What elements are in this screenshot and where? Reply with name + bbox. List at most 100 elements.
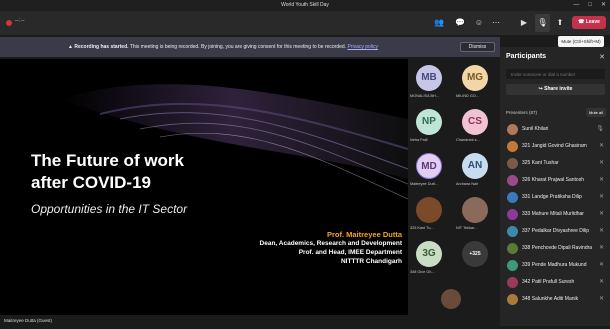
presenter-line2: Prof. and Head, IMEE Department: [298, 249, 402, 256]
tile-name: Neha Patil: [410, 138, 428, 142]
tile-name: 325 Kant Tu...: [410, 226, 434, 230]
leave-button[interactable]: ☎ Leave: [572, 16, 606, 29]
avatar: [507, 141, 518, 152]
participant-row[interactable]: 321 Jangid Govind Ghasiram ✕: [504, 138, 608, 155]
avatar: [507, 124, 518, 135]
participant-row[interactable]: 333 Mahure Mitali Murlidhar ✕: [504, 206, 608, 223]
mute-all-button[interactable]: Mute all: [586, 108, 606, 117]
more-icon[interactable]: ⋯: [490, 17, 502, 29]
close-window-button[interactable]: ✕: [601, 0, 606, 11]
avatar: [507, 175, 518, 186]
recording-banner: ▲ Recording has started. This meeting is…: [0, 37, 500, 57]
participant-tile[interactable]: NP Neha Patil: [408, 105, 454, 149]
camera-icon[interactable]: ▶: [518, 17, 530, 29]
participant-row[interactable]: 339 Pende Madhura Mukund ✕: [504, 257, 608, 274]
meeting-toolbar: --:-- 👥 💬 ☺ ⋯ ▶ 🎙 ⬆ ☎ Leave: [0, 11, 610, 35]
tile-name: MILIND GO...: [456, 94, 479, 98]
tile-name: NIT Tekkar...: [456, 226, 478, 230]
chat-icon[interactable]: 💬: [454, 17, 466, 29]
mic-muted-icon: ✕: [598, 194, 604, 200]
avatar: [507, 243, 518, 254]
avatar: CS: [462, 109, 488, 135]
avatar: [507, 294, 518, 305]
mic-muted-icon: ✕: [598, 279, 604, 285]
avatar: [507, 192, 518, 203]
participant-name: 348 Salunkhe Aditi Manik: [522, 296, 579, 302]
invite-input[interactable]: [506, 69, 605, 79]
participant-tile[interactable]: MB MONALISA BH...: [408, 61, 454, 105]
self-video-tile: [408, 285, 500, 329]
participant-name: 326 Kharat Prajwal Santosh: [522, 177, 584, 183]
participant-name: Sunil Khilari: [522, 126, 549, 132]
avatar: [507, 226, 518, 237]
slide-subtitle: Opportunities in the IT Sector: [31, 202, 188, 216]
avatar: MB: [416, 65, 442, 91]
mic-muted-icon: ✕: [598, 177, 604, 183]
close-icon[interactable]: ✕: [599, 53, 605, 61]
leave-label: Leave: [585, 19, 600, 25]
window-title: World Youth Skill Day: [281, 2, 329, 8]
mic-tooltip: Mute (Ctrl+Shift+M): [558, 36, 604, 47]
share-screen-icon[interactable]: ⬆: [554, 17, 566, 29]
avatar: 3G: [416, 241, 442, 267]
reactions-icon[interactable]: ☺: [473, 17, 485, 29]
avatar: AN: [462, 153, 488, 179]
avatar-photo: [441, 289, 461, 309]
participant-tile[interactable]: CS Chandrani s...: [454, 105, 500, 149]
maximize-button[interactable]: □: [588, 0, 592, 11]
tile-name: 348 Give Gh...: [410, 270, 435, 274]
participant-row[interactable]: 337 Pedalkar Divyashree Dilip ✕: [504, 223, 608, 240]
participant-row[interactable]: 331 Landge Pratiksha Dilip ✕: [504, 189, 608, 206]
participant-name: 342 Patil Prafull Suresh: [522, 279, 575, 285]
avatar: NP: [416, 109, 442, 135]
mic-muted-icon: ✕: [598, 296, 604, 302]
presenter-name: Prof. Maitreyee Dutta: [326, 230, 402, 239]
shared-slide: The Future of work after COVID-19 Opport…: [0, 59, 408, 315]
mic-button[interactable]: 🎙: [535, 14, 550, 32]
participant-tile[interactable]: AN Archana Nair: [454, 149, 500, 193]
minimize-button[interactable]: —: [573, 0, 579, 11]
participant-row[interactable]: 338 Penchovde Dipali Ravindra ✕: [504, 240, 608, 257]
share-invite-label: Share invite: [544, 86, 573, 92]
dismiss-button[interactable]: Dismiss: [460, 42, 495, 52]
participant-tile[interactable]: 3G 348 Give Gh...: [408, 237, 454, 281]
panel-title: Participants: [506, 53, 547, 60]
privacy-policy-link[interactable]: Privacy policy: [347, 44, 378, 50]
tile-name: Chandrani s...: [456, 138, 480, 142]
window-titlebar: World Youth Skill Day — □ ✕: [0, 0, 610, 11]
people-icon[interactable]: 👥: [433, 17, 445, 29]
presenter-block: Prof. Maitreyee Dutta Dean, Academics, R…: [260, 230, 402, 266]
avatar-photo: [462, 197, 488, 223]
banner-lead: Recording has started.: [74, 44, 129, 50]
participant-tile[interactable]: NIT Tekkar...: [454, 193, 500, 237]
slide-title-line2: after COVID-19: [31, 173, 151, 192]
meeting-timer: --:--: [15, 18, 25, 24]
participant-tile[interactable]: MG MILIND GO...: [454, 61, 500, 105]
banner-text: This meeting is being recorded. By joini…: [129, 44, 347, 50]
overflow-tile[interactable]: +325: [454, 237, 500, 281]
participant-name: 331 Landge Pratiksha Dilip: [522, 194, 582, 200]
speaker-name-label: Maitreyee Dutta (Guest): [0, 315, 408, 326]
video-gallery: MB MONALISA BH... MG MILIND GO... NP Neh…: [408, 59, 500, 326]
participant-row[interactable]: 325 Kant Tushar ✕: [504, 155, 608, 172]
avatar: MD: [416, 153, 442, 179]
presenters-section-label[interactable]: Presenters (87): [506, 110, 537, 115]
tile-name: MONALISA BH...: [410, 94, 439, 98]
mic-muted-icon: ✕: [598, 160, 604, 166]
participant-row[interactable]: 342 Patil Prafull Suresh ✕: [504, 274, 608, 291]
phone-icon: ☎: [578, 19, 586, 25]
mic-icon: 🎙: [596, 126, 604, 132]
share-invite-button[interactable]: ↪ Share invite: [506, 84, 605, 95]
mic-muted-icon: ✕: [598, 228, 604, 234]
participant-tile[interactable]: MD Maitreyee Dutt...: [408, 149, 454, 193]
recording-indicator-icon: [6, 20, 12, 26]
avatar-photo: [416, 197, 442, 223]
presenter-line1: Dean, Academics, Research and Developmen…: [259, 240, 402, 247]
slide-title-line1: The Future of work: [31, 151, 184, 170]
participant-row[interactable]: Sunil Khilari 🎙: [504, 121, 608, 138]
participant-row[interactable]: 348 Salunkhe Aditi Manik ✕: [504, 291, 608, 308]
avatar: [507, 158, 518, 169]
participant-row[interactable]: 326 Kharat Prajwal Santosh ✕: [504, 172, 608, 189]
participant-tile[interactable]: 325 Kant Tu...: [408, 193, 454, 237]
mic-icon: 🎙: [537, 18, 548, 27]
